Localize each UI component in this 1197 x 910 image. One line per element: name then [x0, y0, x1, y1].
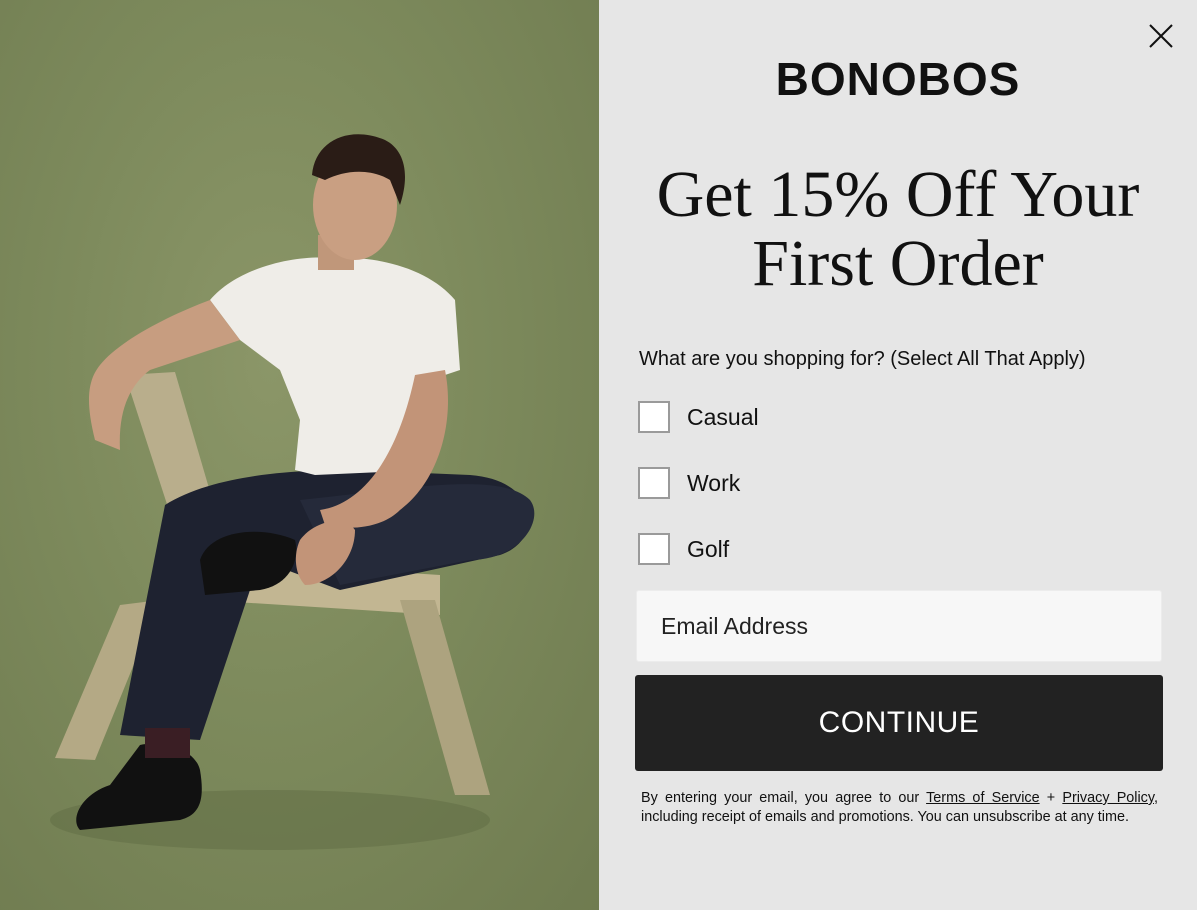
email-field[interactable]: Email Address — [636, 590, 1162, 662]
continue-label: CONTINUE — [818, 706, 980, 739]
model-illustration — [50, 134, 535, 850]
option-golf[interactable]: Golf — [638, 533, 729, 565]
terms-of-service-link[interactable]: Terms of Service — [926, 790, 1040, 806]
shopping-question: What are you shopping for? (Select All T… — [639, 348, 1086, 370]
promo-headline: Get 15% Off Your First Order — [619, 160, 1177, 298]
signup-panel: BONOBOS Get 15% Off Your First Order Wha… — [599, 0, 1197, 910]
legal-disclaimer: By entering your email, you agree to our… — [641, 789, 1158, 827]
disclaimer-prefix: By entering your email, you agree to our — [641, 790, 927, 806]
continue-button[interactable]: CONTINUE — [635, 675, 1163, 771]
brand-logo: BONOBOS — [775, 53, 1021, 105]
headline-line-1: Get 15% Off Your — [656, 158, 1140, 231]
headline-line-2: First Order — [752, 227, 1044, 300]
signup-modal: BONOBOS Get 15% Off Your First Order Wha… — [0, 0, 1197, 910]
option-label: Work — [687, 469, 741, 496]
email-placeholder: Email Address — [661, 612, 809, 639]
privacy-policy-link[interactable]: Privacy Policy — [1062, 790, 1154, 806]
option-label: Golf — [687, 535, 730, 562]
hero-photo — [0, 0, 599, 910]
work-checkbox[interactable] — [638, 467, 670, 499]
close-button[interactable] — [1147, 22, 1175, 50]
option-work[interactable]: Work — [638, 467, 740, 499]
golf-checkbox[interactable] — [638, 533, 670, 565]
close-icon — [1149, 24, 1173, 48]
option-casual[interactable]: Casual — [638, 401, 759, 433]
option-label: Casual — [687, 403, 759, 430]
disclaimer-joiner: + — [1039, 790, 1063, 806]
casual-checkbox[interactable] — [638, 401, 670, 433]
